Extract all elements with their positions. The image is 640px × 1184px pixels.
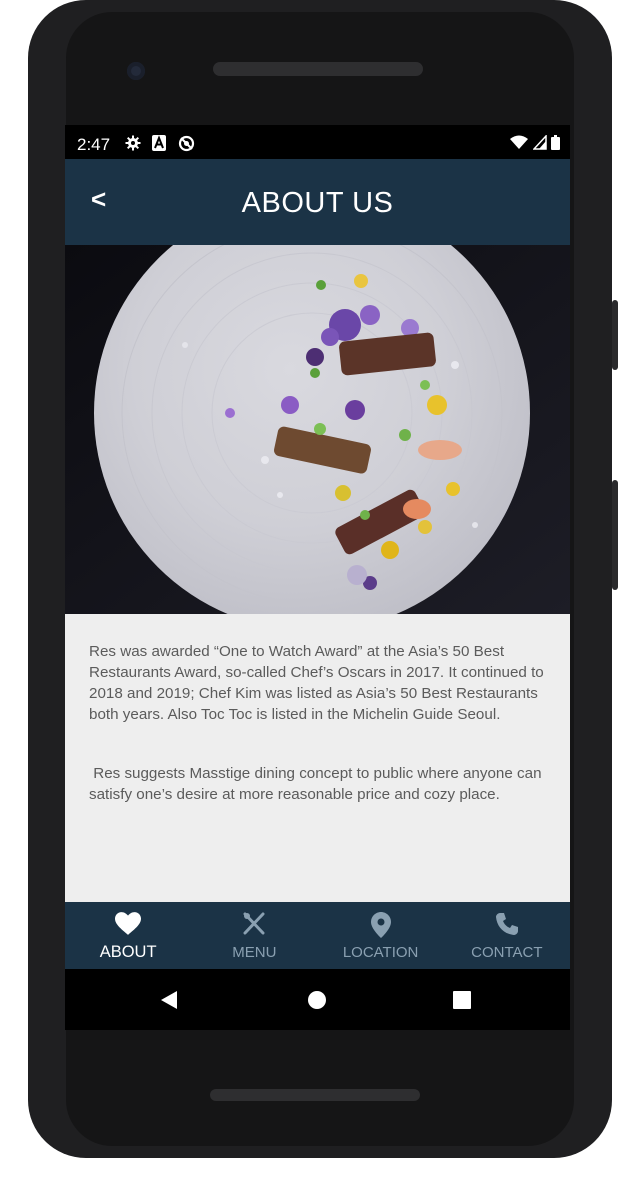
recents-square-icon[interactable] [453, 991, 471, 1009]
app-bar: < ABOUT US [65, 159, 570, 245]
power-button [612, 300, 618, 370]
status-time: 2:47 [77, 135, 111, 154]
hero-dish-image [65, 245, 570, 614]
page-title: ABOUT US [241, 187, 394, 219]
volume-button [612, 480, 618, 590]
heart-icon [115, 912, 142, 935]
about-paragraph-1: Res was awarded “One to Watch Award” at … [89, 643, 544, 723]
battery-icon [551, 135, 560, 150]
plated-dish-photo [65, 245, 570, 614]
signal-icon [531, 134, 547, 150]
front-camera [127, 62, 145, 80]
nav-menu-label: MENU [232, 944, 277, 961]
screen: 2:47 < ABOUT US Res was awarded “One to … [65, 125, 570, 1030]
system-navigation-bar [65, 969, 570, 1030]
phone-icon [495, 913, 518, 935]
bottom-speaker [210, 1089, 420, 1101]
status-bar: 2:47 [65, 125, 570, 159]
about-content: Res was awarded “One to Watch Award” at … [65, 614, 570, 902]
nav-contact[interactable]: CONTACT [444, 902, 570, 969]
nav-contact-label: CONTACT [471, 944, 543, 961]
home-circle-icon[interactable] [307, 990, 327, 1010]
bottom-navigation: ABOUT MENU LOCATION CONTACT [65, 902, 570, 969]
about-paragraph-2: Res suggests Masstige dining concept to … [89, 765, 542, 803]
location-pin-icon [370, 912, 391, 938]
notification-a-icon [152, 135, 166, 151]
wifi-icon [510, 135, 529, 149]
nav-location[interactable]: LOCATION [318, 902, 444, 969]
sync-icon [178, 135, 195, 152]
earpiece-speaker [213, 62, 423, 76]
nav-about[interactable]: ABOUT [65, 902, 191, 969]
nav-about-label: ABOUT [99, 943, 157, 961]
cutlery-icon [243, 912, 265, 935]
settings-icon [125, 135, 141, 151]
back-triangle-icon[interactable] [160, 990, 178, 1010]
nav-menu[interactable]: MENU [191, 902, 317, 969]
nav-location-label: LOCATION [342, 944, 419, 961]
